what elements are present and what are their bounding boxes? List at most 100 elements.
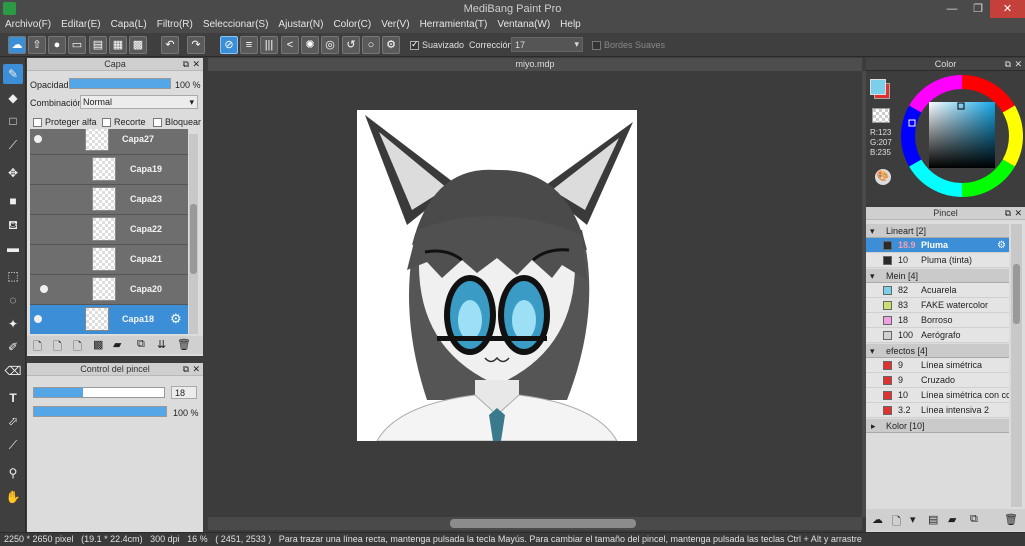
brush-group-kolor[interactable]: ▸ Kolor [10] bbox=[866, 419, 1009, 433]
halftone-layer-icon[interactable]: ▩ bbox=[93, 338, 103, 351]
select-rect-icon[interactable]: ⬚ bbox=[3, 266, 23, 286]
redo-icon[interactable]: ↷ bbox=[187, 36, 205, 54]
delete-brush-icon[interactable]: 🗑 bbox=[1004, 513, 1018, 526]
page-icon[interactable]: ▤ bbox=[89, 36, 107, 54]
pages-icon[interactable]: ▦ bbox=[109, 36, 127, 54]
foreground-color-swatch[interactable] bbox=[870, 79, 886, 95]
brush-item-linea-simetrica[interactable]: 9 Línea simétrica bbox=[866, 358, 1009, 373]
brush-item-cruzado[interactable]: 9 Cruzado bbox=[866, 373, 1009, 388]
delete-layer-icon[interactable]: 🗑 bbox=[177, 338, 191, 351]
layer-row-capa18[interactable]: Capa18 ⚙ bbox=[30, 305, 188, 334]
lasso-tool-icon[interactable]: ◌ bbox=[3, 290, 23, 310]
menu-capa[interactable]: Capa(L) bbox=[106, 18, 152, 31]
snap-radial-icon[interactable]: ✺ bbox=[301, 36, 319, 54]
panel-close-icon[interactable]: ✕ bbox=[1014, 58, 1022, 71]
undock-icon[interactable]: ⧉ bbox=[183, 363, 189, 376]
brush-tool-icon[interactable]: ✎ bbox=[3, 64, 23, 84]
text-tool-icon[interactable]: T bbox=[3, 388, 23, 408]
canvas-hscroll[interactable] bbox=[208, 517, 862, 530]
close-icon[interactable]: ✕ bbox=[990, 0, 1025, 18]
brush-group-efectos[interactable]: ▾ efectos [4] bbox=[866, 344, 1009, 358]
blur-tool-icon[interactable]: ⟋ bbox=[3, 135, 23, 155]
menu-ventana[interactable]: Ventana(W) bbox=[492, 18, 555, 31]
panel-close-icon[interactable]: ✕ bbox=[192, 58, 200, 71]
brush-list-icon[interactable]: ▤ bbox=[928, 513, 938, 526]
magic-wand-icon[interactable]: ✦ bbox=[3, 314, 23, 334]
menu-color[interactable]: Color(C) bbox=[328, 18, 376, 31]
artwork-canvas[interactable] bbox=[357, 110, 637, 441]
new-layer-8bit-icon[interactable]: 🗋 bbox=[53, 338, 62, 357]
comment-icon[interactable]: ▭ bbox=[68, 36, 86, 54]
layer-row-capa21[interactable]: Capa21 bbox=[30, 245, 188, 275]
brush-item-linea-simetrica-cc[interactable]: 10 Línea simétrica con cc bbox=[866, 388, 1009, 403]
layer-scroll-thumb[interactable] bbox=[190, 204, 197, 274]
menu-help[interactable]: Help bbox=[555, 18, 586, 31]
layer-settings-icon[interactable]: ⚙ bbox=[170, 311, 182, 327]
brush-scrollbar[interactable] bbox=[1011, 224, 1022, 507]
brush-size-slider[interactable] bbox=[33, 387, 165, 398]
brush-item-aerografo[interactable]: 100 Aerógrafo bbox=[866, 328, 1009, 343]
layer-row-capa27[interactable]: Capa27 bbox=[30, 129, 188, 155]
layer-row-capa19[interactable]: Capa19 bbox=[30, 155, 188, 185]
brush-group-mein[interactable]: ▾ Mein [4] bbox=[866, 269, 1009, 283]
new-layer-icon[interactable]: 🗋 bbox=[33, 338, 42, 357]
duplicate-brush-icon[interactable]: ⧉ bbox=[970, 513, 978, 526]
color-wheel[interactable] bbox=[901, 74, 1023, 198]
brush-scroll-thumb[interactable] bbox=[1013, 264, 1020, 324]
clip-checkbox[interactable] bbox=[102, 118, 111, 127]
new-brush-icon[interactable]: 🗋 bbox=[892, 513, 901, 532]
dot-tool-icon[interactable]: □ bbox=[3, 111, 23, 131]
divide-tool-icon[interactable]: ⟋ bbox=[3, 435, 23, 455]
brush-item-linea-intensiva-2[interactable]: 3.2 Línea intensiva 2 bbox=[866, 403, 1009, 418]
cloud-icon[interactable]: ☁ bbox=[8, 36, 26, 54]
layer-opacity-slider[interactable] bbox=[69, 78, 171, 89]
protect-alpha-checkbox[interactable] bbox=[33, 118, 42, 127]
smooth-checkbox[interactable] bbox=[410, 39, 419, 50]
transparent-swatch[interactable] bbox=[872, 108, 890, 123]
gradient-tool-icon[interactable]: ▬ bbox=[3, 238, 23, 258]
operation-tool-icon[interactable]: ⬀ bbox=[3, 411, 23, 431]
panel-close-icon[interactable]: ✕ bbox=[1014, 207, 1022, 220]
menu-ver[interactable]: Ver(V) bbox=[376, 18, 414, 31]
snap-vertical-icon[interactable]: ||| bbox=[260, 36, 278, 54]
document-tab[interactable]: miyo.mdp bbox=[208, 58, 862, 71]
soft-edges-checkbox[interactable] bbox=[592, 41, 601, 50]
menu-ajustar[interactable]: Ajustar(N) bbox=[273, 18, 328, 31]
brush-opacity-slider[interactable] bbox=[33, 406, 167, 417]
snap-settings-icon[interactable]: ⚙ bbox=[382, 36, 400, 54]
undock-icon[interactable]: ⧉ bbox=[1005, 58, 1011, 71]
layer-row-capa22[interactable]: Capa22 bbox=[30, 215, 188, 245]
hscroll-thumb[interactable] bbox=[450, 519, 636, 528]
brush-settings-icon[interactable]: ⚙ bbox=[997, 238, 1006, 253]
menu-filtro[interactable]: Filtro(R) bbox=[152, 18, 198, 31]
snap-circle-icon[interactable]: ◎ bbox=[321, 36, 339, 54]
chat-icon[interactable]: ● bbox=[48, 36, 66, 54]
brush-group-lineart[interactable]: ▾ Lineart [2] bbox=[866, 224, 1009, 238]
correction-select[interactable]: 17 ▾ bbox=[511, 37, 583, 52]
move-tool-icon[interactable]: ✥ bbox=[3, 163, 23, 183]
new-layer-1bit-icon[interactable]: 🗋 bbox=[73, 338, 82, 357]
layer-scrollbar[interactable] bbox=[189, 134, 198, 334]
duplicate-layer-icon[interactable]: ⧉ bbox=[137, 338, 145, 351]
menu-herramienta[interactable]: Herramienta(T) bbox=[415, 18, 493, 31]
bucket-tool-icon[interactable]: ⛾ bbox=[3, 215, 23, 235]
layer-row-capa20[interactable]: Capa20 bbox=[30, 275, 188, 305]
eraser-tool-icon[interactable]: ◆ bbox=[3, 88, 23, 108]
snap-parallel-icon[interactable]: ≡ bbox=[240, 36, 258, 54]
menu-editar[interactable]: Editar(E) bbox=[56, 18, 105, 31]
brush-item-pluma[interactable]: 18.9 Pluma ⚙ bbox=[866, 238, 1009, 253]
brush-item-pluma-tinta[interactable]: 10 Pluma (tinta) bbox=[866, 253, 1009, 268]
fill-rect-icon[interactable]: ■ bbox=[3, 191, 23, 211]
upload-icon[interactable]: ⇧ bbox=[28, 36, 46, 54]
menu-archivo[interactable]: Archivo(F) bbox=[0, 18, 56, 31]
brush-size-input[interactable]: 18 bbox=[171, 386, 197, 399]
palette-icon[interactable]: 🎨 bbox=[875, 169, 891, 185]
minimize-icon[interactable]: — bbox=[938, 0, 966, 18]
folder-icon[interactable]: ▰ bbox=[113, 338, 121, 351]
undock-icon[interactable]: ⧉ bbox=[1005, 207, 1011, 220]
brush-item-fake-watercolor[interactable]: 83 FAKE watercolor bbox=[866, 298, 1009, 313]
layer-row-capa23[interactable]: Capa23 bbox=[30, 185, 188, 215]
brush-folder-icon[interactable]: ▰ bbox=[948, 513, 956, 526]
brush-type-icon[interactable]: ▾ bbox=[910, 513, 916, 526]
snap-ellipse-icon[interactable]: ○ bbox=[362, 36, 380, 54]
